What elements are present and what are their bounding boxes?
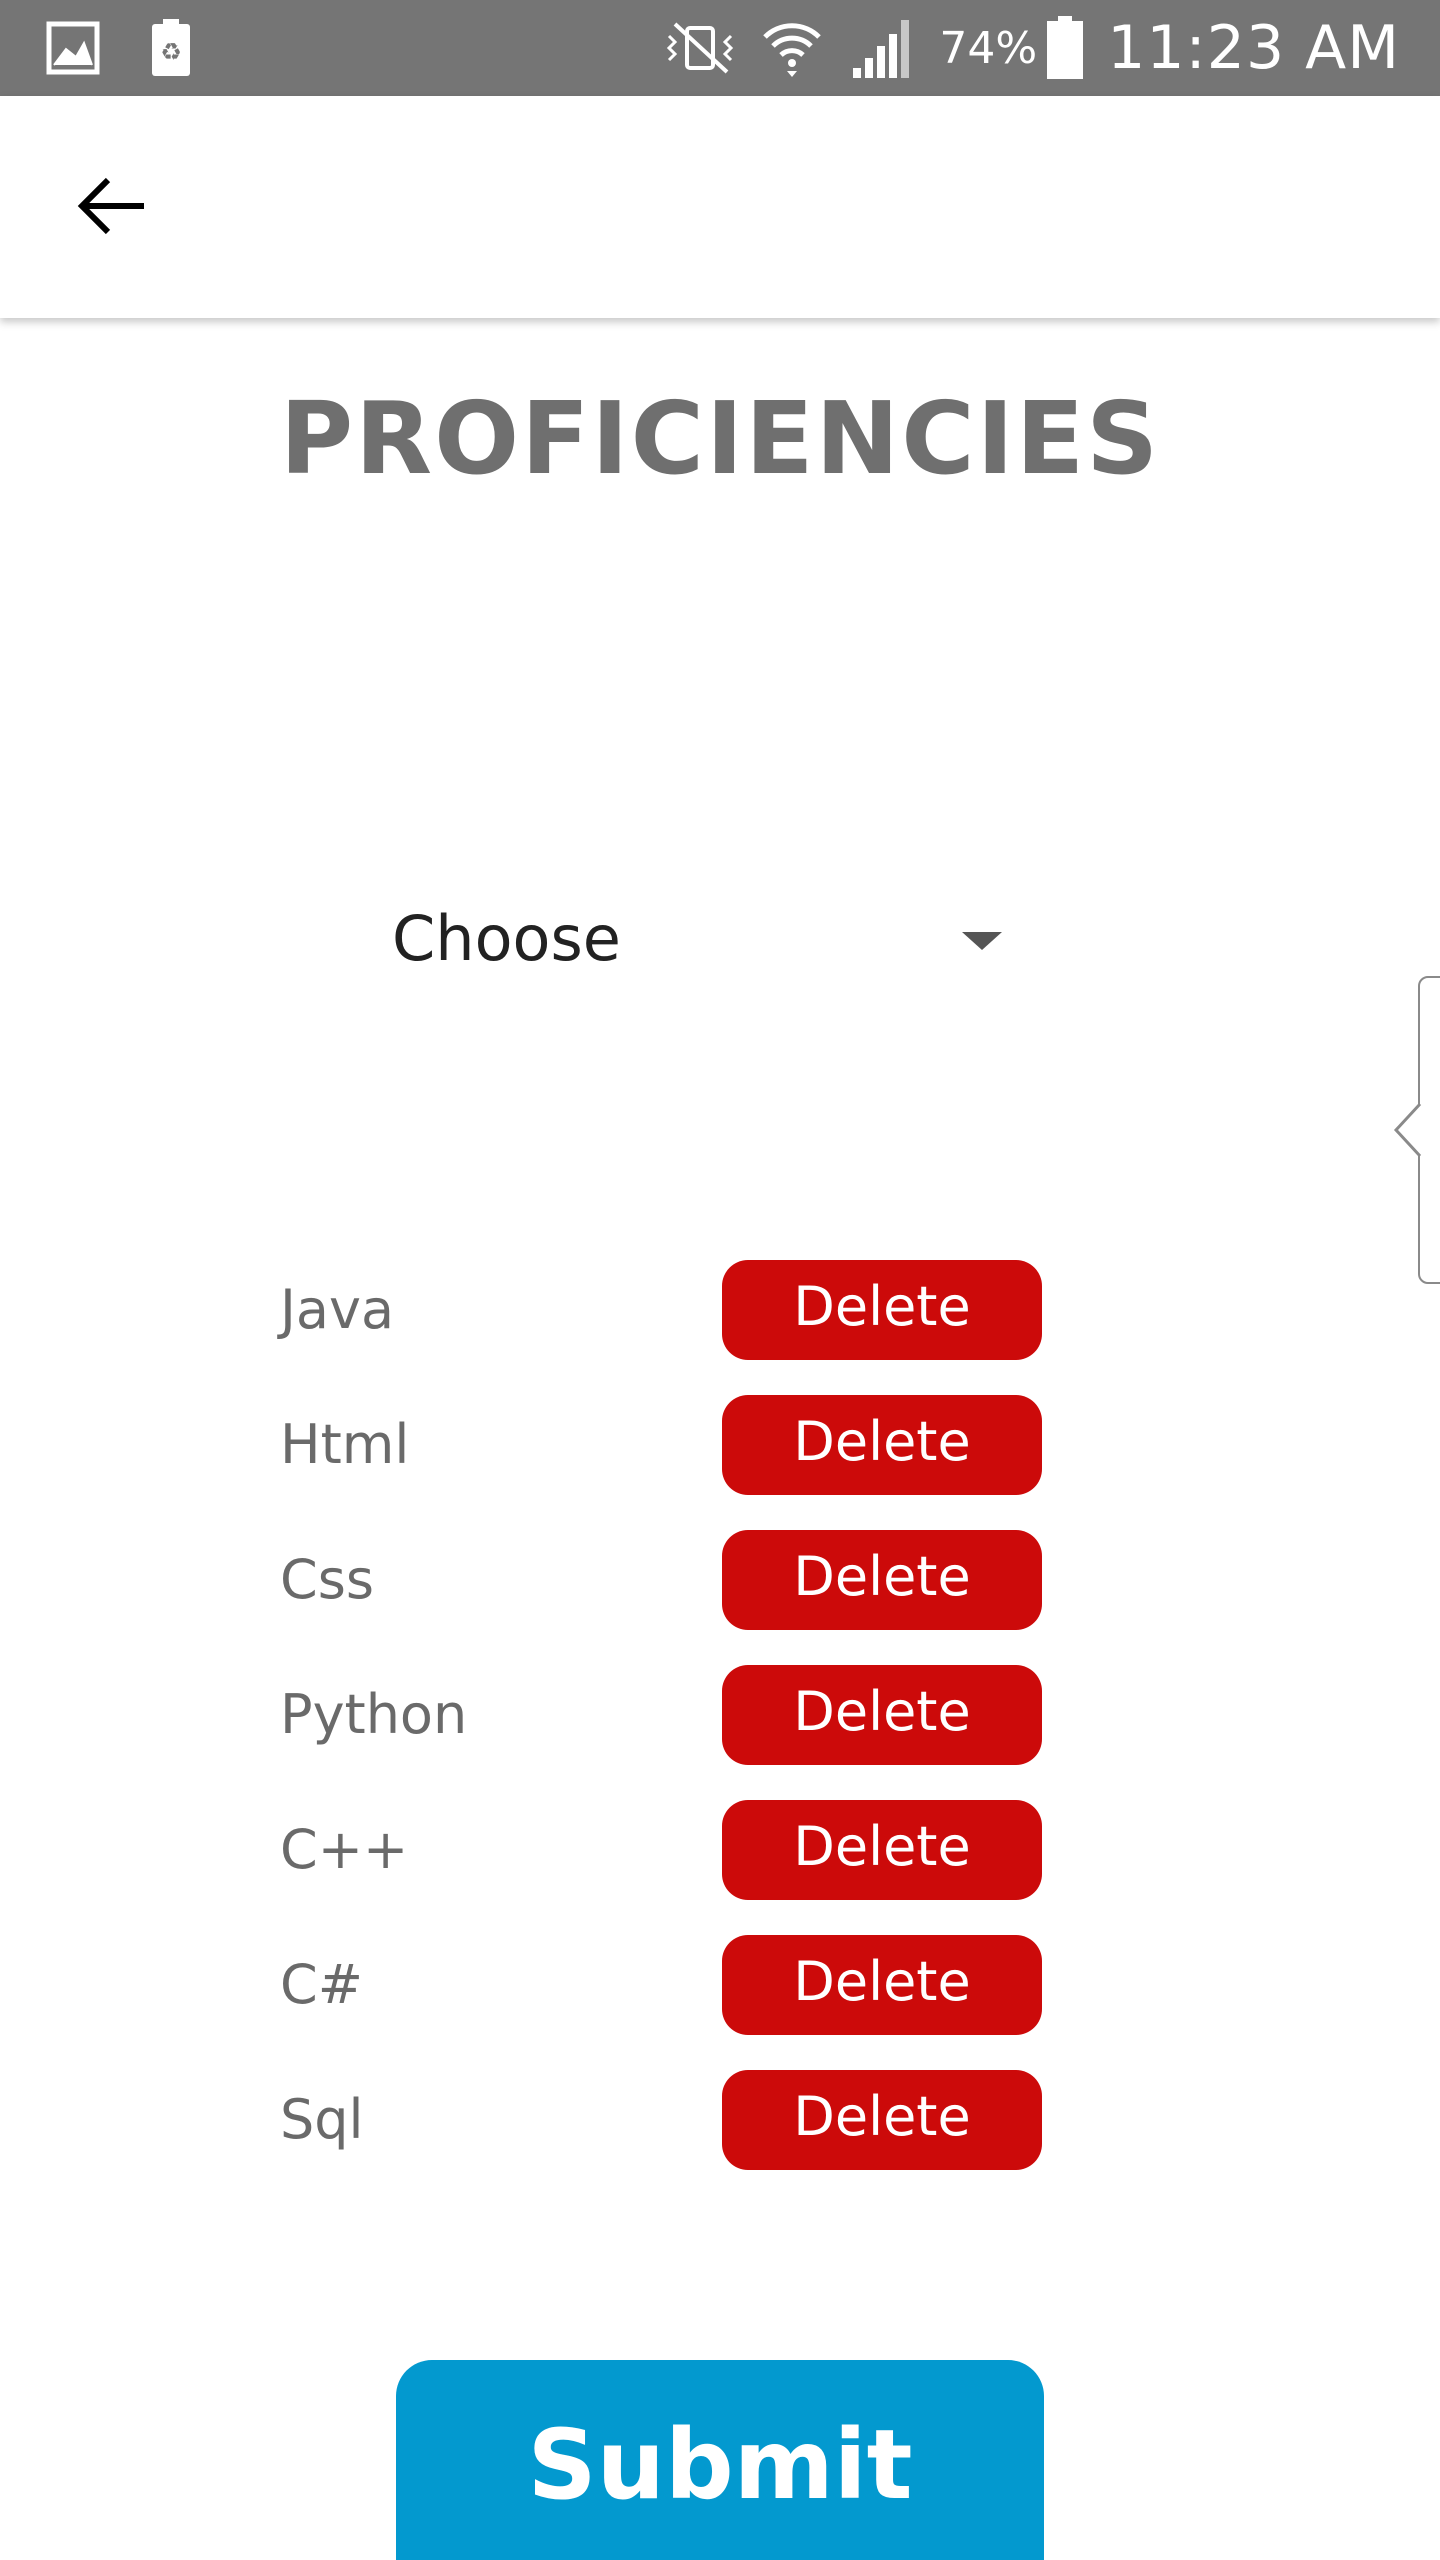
- list-item: C# Delete: [0, 1935, 1440, 2035]
- svg-text:♻: ♻: [160, 38, 182, 66]
- battery-icon: [1045, 15, 1085, 81]
- app-bar: [0, 96, 1440, 318]
- back-button[interactable]: [60, 162, 164, 250]
- delete-button[interactable]: Delete: [722, 1260, 1042, 1360]
- proficiency-name: Sql: [280, 2088, 364, 2151]
- delete-button[interactable]: Delete: [722, 1800, 1042, 1900]
- delete-button[interactable]: Delete: [722, 1665, 1042, 1765]
- delete-button[interactable]: Delete: [722, 2070, 1042, 2170]
- list-item: Sql Delete: [0, 2070, 1440, 2170]
- vibrate-mute-icon: [665, 20, 735, 76]
- dropdown-selected-value: Choose: [392, 902, 621, 975]
- proficiency-dropdown[interactable]: Choose: [392, 880, 1032, 1000]
- battery-percent: 74%: [939, 22, 1038, 74]
- list-item: C++ Delete: [0, 1800, 1440, 1900]
- proficiency-name: Java: [280, 1278, 395, 1341]
- chevron-left-icon: [1393, 1102, 1422, 1158]
- delete-button[interactable]: Delete: [722, 1530, 1042, 1630]
- wifi-icon: [761, 17, 823, 79]
- proficiency-name: Html: [280, 1413, 410, 1476]
- proficiency-name: C++: [280, 1818, 409, 1881]
- status-time: 11:23 AM: [1107, 13, 1400, 83]
- proficiency-name: C#: [280, 1953, 363, 2016]
- status-bar: ♻ 74% 11:23 AM: [0, 0, 1440, 96]
- arrow-back-icon: [77, 177, 144, 235]
- proficiencies-screen: ♻ 74% 11:23 AM PROFICIENCIES Choose Java…: [0, 0, 1440, 2560]
- signal-icon: [849, 16, 913, 80]
- image-icon: [46, 18, 100, 78]
- list-item: Css Delete: [0, 1530, 1440, 1630]
- proficiency-name: Css: [280, 1548, 374, 1611]
- recycle-battery-icon: ♻: [144, 18, 198, 78]
- list-item: Html Delete: [0, 1395, 1440, 1495]
- delete-button[interactable]: Delete: [722, 1395, 1042, 1495]
- delete-button[interactable]: Delete: [722, 1935, 1042, 2035]
- page-title: PROFICIENCIES: [279, 380, 1161, 497]
- caret-down-icon: [962, 932, 1002, 950]
- list-item: Java Delete: [0, 1260, 1440, 1360]
- status-right-cluster: 74% 11:23 AM: [665, 0, 1400, 96]
- list-item: Python Delete: [0, 1665, 1440, 1765]
- proficiency-name: Python: [280, 1683, 468, 1746]
- submit-button[interactable]: Submit: [396, 2360, 1044, 2560]
